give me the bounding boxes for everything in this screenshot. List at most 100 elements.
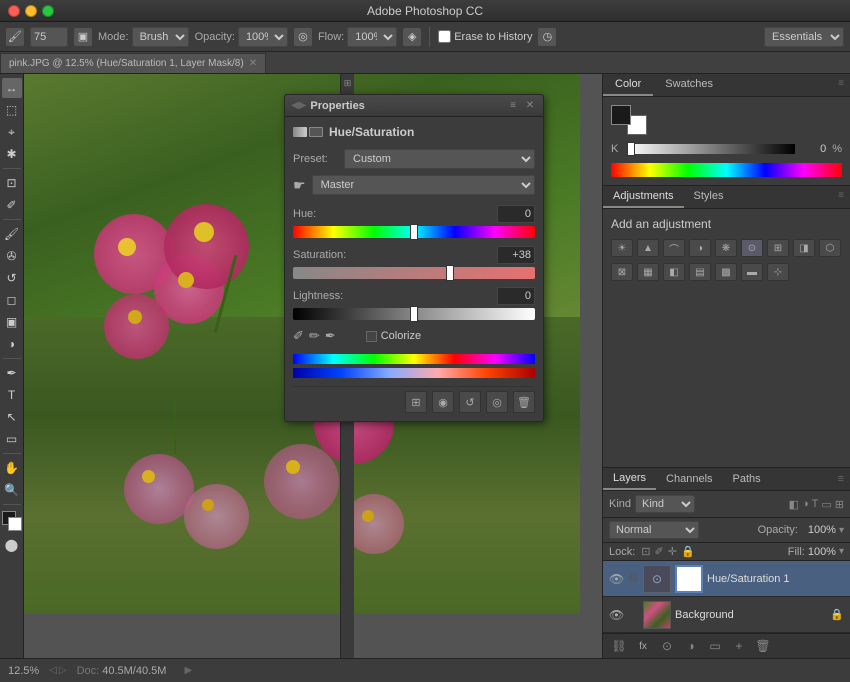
kind-select[interactable]: Kind [635, 495, 695, 513]
adj-bw-btn[interactable]: ◨ [793, 239, 815, 257]
quick-select-tool[interactable]: ✱ [2, 144, 22, 164]
clip-action-btn[interactable]: ⊞ [405, 391, 427, 413]
shape-tool[interactable]: ▭ [2, 429, 22, 449]
erase-to-history-checkbox[interactable] [438, 30, 451, 43]
zoom-left-icon[interactable]: ◁ [49, 665, 57, 676]
tab-channels[interactable]: Channels [656, 469, 722, 489]
reset-action-btn[interactable]: ↺ [459, 391, 481, 413]
adj-selectivecolor-btn[interactable]: ⊹ [767, 263, 789, 281]
colorize-checkbox[interactable] [366, 331, 377, 342]
tab-color[interactable]: Color [603, 74, 653, 96]
eye-action-btn[interactable]: ◉ [432, 391, 454, 413]
airbrush-icon[interactable]: ◎ [294, 28, 312, 46]
lock-all-icon[interactable]: 🔒 [681, 545, 695, 558]
adj-vibrance-btn[interactable]: ❋ [715, 239, 737, 257]
layer1-mask-thumb[interactable] [675, 565, 703, 593]
crop-tool[interactable]: ⊡ [2, 173, 22, 193]
lightness-value[interactable]: 0 [497, 287, 535, 305]
layer1-link-icon[interactable]: ⛓ [627, 573, 639, 584]
history-icon[interactable]: ◷ [538, 28, 556, 46]
size-input[interactable] [30, 27, 68, 47]
hand-icon[interactable]: ☛ [293, 177, 306, 194]
sample-tool-3[interactable]: ✒ [325, 328, 336, 344]
brush-preset-icon[interactable]: ▣ [74, 28, 92, 46]
new-layer-btn[interactable]: + [729, 637, 749, 655]
eraser-tool[interactable]: ◻ [2, 290, 22, 310]
color-spectrum-bar[interactable] [611, 163, 842, 177]
lightness-track[interactable] [293, 308, 535, 320]
tab-close-icon[interactable]: ✕ [249, 58, 257, 69]
close-button[interactable] [8, 5, 20, 17]
color-panel-close[interactable]: ≡ [832, 74, 850, 96]
lightness-thumb[interactable] [410, 306, 418, 322]
layers-panel-close[interactable]: ≡ [832, 469, 850, 489]
lasso-tool[interactable]: ⌖ [2, 122, 22, 142]
adj-threshold-btn[interactable]: ▩ [715, 263, 737, 281]
marquee-tool[interactable]: ⬚ [2, 100, 22, 120]
filter-smart-icon[interactable]: ⊞ [835, 498, 844, 511]
tab-adjustments[interactable]: Adjustments [603, 186, 684, 208]
adj-channelmix-btn[interactable]: ⊠ [611, 263, 633, 281]
layer-item-background[interactable]: 👁 Background 🔒 [603, 597, 850, 633]
strip-icon-1[interactable]: ⊞ [344, 78, 352, 89]
clone-tool[interactable]: ✇ [2, 246, 22, 266]
hue-track[interactable] [293, 226, 535, 238]
hue-value[interactable]: 0 [497, 205, 535, 223]
link-layers-btn[interactable]: ⛓ [609, 637, 629, 655]
hue-thumb[interactable] [410, 224, 418, 240]
adj-posterize-btn[interactable]: ▤ [689, 263, 711, 281]
sample-tool-2[interactable]: ✏ [309, 328, 320, 344]
k-track[interactable] [627, 144, 795, 154]
text-tool[interactable]: T [2, 385, 22, 405]
delete-layer-btn[interactable]: 🗑 [753, 637, 773, 655]
workspace-select[interactable]: Essentials [764, 27, 844, 47]
saturation-thumb[interactable] [446, 265, 454, 281]
blend-mode-select[interactable]: Normal [609, 521, 699, 539]
adj-levels-btn[interactable]: ▲ [637, 239, 659, 257]
eyedropper-tool[interactable]: ✐ [2, 195, 22, 215]
brush-tool-icon[interactable]: 🖌 [6, 28, 24, 46]
document-tab[interactable]: pink.JPG @ 12.5% (Hue/Saturation 1, Laye… [0, 53, 266, 73]
opacity-value[interactable]: 100% [801, 524, 836, 536]
panel-close-icon[interactable]: ✕ [523, 99, 537, 113]
filter-adj-icon[interactable]: ◑ [802, 498, 809, 511]
dodge-tool[interactable]: ◑ [2, 334, 22, 354]
gradient-tool[interactable]: ▣ [2, 312, 22, 332]
smoothing-icon[interactable]: ◈ [403, 28, 421, 46]
saturation-value[interactable]: +38 [497, 246, 535, 264]
opacity-select[interactable]: 100% [238, 27, 288, 47]
maximize-button[interactable] [42, 5, 54, 17]
hs-panel-icon2[interactable] [309, 127, 323, 137]
layer-item-huesat[interactable]: 👁 ⛓ ⊙ Hue/Saturation 1 [603, 561, 850, 597]
filter-shape-icon[interactable]: ▭ [821, 498, 831, 511]
tab-styles[interactable]: Styles [684, 186, 734, 208]
mode-select[interactable]: Brush [132, 27, 189, 47]
brush-tool[interactable]: 🖌 [2, 224, 22, 244]
adj-exposure-btn[interactable]: ◑ [689, 239, 711, 257]
lock-pixels-icon[interactable]: ✐ [655, 545, 664, 558]
filter-pixel-icon[interactable]: ◧ [789, 498, 799, 511]
zoom-right-icon[interactable]: ▷ [59, 665, 67, 676]
tab-layers[interactable]: Layers [603, 468, 656, 490]
hs-panel-icon1[interactable] [293, 127, 307, 137]
adj-curves-btn[interactable]: ⌒ [663, 239, 685, 257]
adj-brightness-btn[interactable]: ☀ [611, 239, 633, 257]
fill-chevron[interactable]: ▾ [839, 546, 844, 557]
path-selection-tool[interactable]: ↖ [2, 407, 22, 427]
quick-mask-tool[interactable]: ⬤ [2, 535, 22, 555]
tab-paths[interactable]: Paths [723, 469, 771, 489]
channel-select[interactable]: Master [312, 175, 535, 195]
adj-photo-btn[interactable]: ⬡ [819, 239, 841, 257]
k-thumb[interactable] [627, 142, 635, 156]
status-arrow-icon[interactable]: ▶ [184, 665, 192, 676]
preset-select[interactable]: Custom [344, 149, 535, 169]
adj-huesat-btn[interactable]: ⊙ [741, 239, 763, 257]
panel-expand-icon[interactable]: ◀▶ [291, 100, 306, 111]
lock-position-icon[interactable]: ✛ [668, 545, 677, 558]
visibility-action-btn[interactable]: ◎ [486, 391, 508, 413]
opacity-chevron[interactable]: ▾ [839, 525, 844, 536]
layer1-eye-icon[interactable]: 👁 [609, 572, 623, 586]
adj-gradient-btn[interactable]: ▬ [741, 263, 763, 281]
panel-menu-icon[interactable]: ≡ [506, 99, 520, 113]
layer2-eye-icon[interactable]: 👁 [609, 608, 623, 622]
